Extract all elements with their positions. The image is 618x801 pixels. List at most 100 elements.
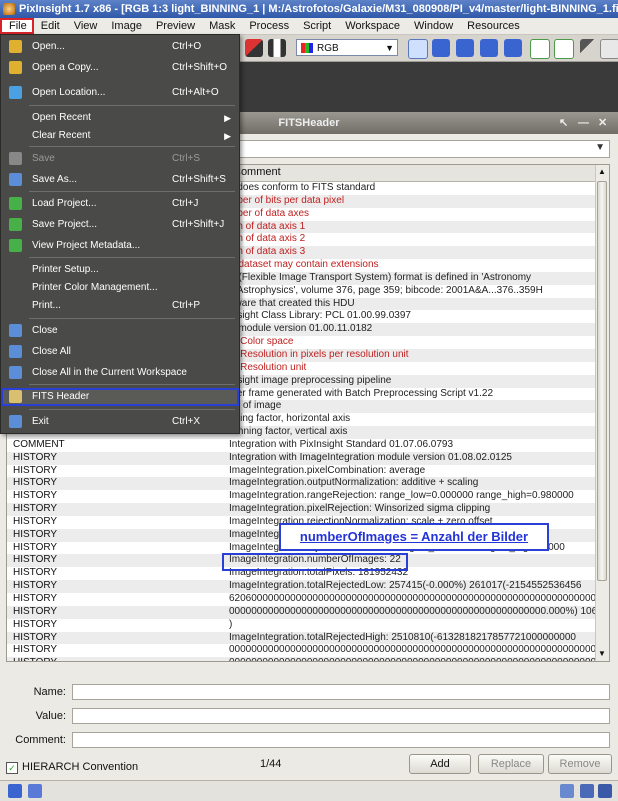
table-row[interactable]: HISTORY 000000000000000000000000000000000… (7, 657, 609, 661)
contrast-icon[interactable] (268, 39, 286, 57)
table-row[interactable]: HISTORY ImageIntegration.pixelRejection: … (7, 503, 597, 516)
table-row[interactable]: COMMENT Integration with PixInsight Stand… (7, 439, 597, 452)
comment-label: Comment: (15, 734, 66, 746)
file-menu-item-open-location[interactable]: Open Location... Ctrl+Alt+O (1, 84, 239, 102)
scroll-up-icon[interactable]: ▲ (598, 167, 606, 176)
new-preview-icon[interactable] (554, 39, 574, 59)
table-row[interactable]: HISTORY ImageIntegration.totalRejectedLow… (7, 580, 597, 593)
table-row[interactable]: HISTORY ImageIntegration.rangeRejection: … (7, 490, 597, 503)
file-menu-item-exit[interactable]: Exit Ctrl+X (1, 413, 239, 431)
keyword-cell: HISTORY (13, 593, 58, 604)
file-menu-item-save-project[interactable]: Save Project... Ctrl+Shift+J (1, 216, 239, 234)
menu-item-label: Save As... (32, 174, 78, 185)
replace-button[interactable]: Replace (478, 754, 544, 774)
scrollbar-thumb[interactable] (597, 181, 607, 581)
file-menu-item-save-as[interactable]: Save As... Ctrl+Shift+S (1, 171, 239, 189)
menu-mask[interactable]: Mask (202, 18, 242, 34)
name-input[interactable] (72, 684, 610, 700)
file-menu-item-load-project[interactable]: Load Project... Ctrl+J (1, 195, 239, 213)
remove-button[interactable]: Remove (548, 754, 612, 774)
table-row[interactable]: HISTORY ImageIntegration.pixelCombination… (7, 465, 597, 478)
comment-cell: 0000000000000000000000000000000000000000… (229, 605, 609, 617)
file-menu-item-open-recent[interactable]: Open Recent ▶ (1, 109, 239, 127)
menu-separator (29, 409, 235, 410)
table-row[interactable]: HISTORY ImageIntegration.outputNormalizat… (7, 477, 597, 491)
keyword-count: 1/44 (260, 758, 282, 770)
scroll-down-icon[interactable]: ▼ (598, 649, 606, 658)
table-row[interactable]: HISTORY ImageIntegration.totalRejectedHig… (7, 631, 597, 645)
zoom-in-icon[interactable] (456, 39, 474, 57)
file-menu-item-printer-setup[interactable]: Printer Setup... (1, 261, 239, 279)
metadata-icon (9, 239, 22, 252)
pin-icon[interactable]: ↖ (559, 112, 568, 134)
comment-cell: 6206000000000000000000000000000000000000… (229, 593, 610, 604)
value-input[interactable] (72, 708, 610, 724)
menu-process[interactable]: Process (242, 18, 296, 34)
file-menu-item-view-project-metadata[interactable]: View Project Metadata... (1, 237, 239, 255)
add-button[interactable]: Add (409, 754, 471, 774)
comment-input[interactable] (72, 732, 610, 748)
name-label: Name: (33, 686, 66, 698)
hierarch-checkbox[interactable]: ✓ (6, 762, 18, 774)
menu-resources[interactable]: Resources (460, 18, 527, 34)
comment-cell: gth of data axis 2 (229, 233, 306, 245)
pointer-icon[interactable] (580, 39, 598, 57)
menu-item-label: Close All in the Current Workspace (32, 367, 187, 378)
comment-cell: nning factor, horizontal axis (229, 413, 351, 425)
menu-separator (29, 318, 235, 319)
file-menu-item-close-all[interactable]: Close All (1, 343, 239, 361)
keyword-cell: HISTORY (13, 567, 58, 579)
color-bars-icon[interactable] (245, 39, 263, 57)
file-menu-item-print[interactable]: Print... Ctrl+P (1, 297, 239, 315)
pan-icon[interactable] (600, 39, 618, 59)
preview-icon[interactable] (530, 39, 550, 59)
vertical-scrollbar[interactable]: ▲ ▼ (595, 165, 609, 661)
file-menu-item-close-all-in-the-current-workspace[interactable]: Close All in the Current Workspace (1, 364, 239, 382)
new-instance-icon[interactable] (8, 784, 22, 798)
channel-select[interactable]: RGB ▼ (296, 39, 398, 56)
menu-file[interactable]: File (0, 18, 34, 34)
keyword-cell: HISTORY (13, 490, 58, 502)
menu-workspace[interactable]: Workspace (338, 18, 407, 34)
menu-script[interactable]: Script (296, 18, 338, 34)
comment-cell: S dataset may contain extensions (229, 259, 379, 271)
menu-preview[interactable]: Preview (149, 18, 202, 34)
menu-window[interactable]: Window (407, 18, 460, 34)
table-row[interactable]: HISTORY 620600000000000000000000000000000… (7, 593, 609, 606)
file-menu-item-open-a-copy[interactable]: Open a Copy... Ctrl+Shift+O (1, 59, 239, 77)
file-menu-item-printer-color-management[interactable]: Printer Color Management... (1, 279, 239, 297)
table-row[interactable]: HISTORY Integration with ImageIntegration… (7, 451, 597, 465)
check-icon[interactable] (580, 784, 594, 798)
menu-bar: File Edit View Image Preview Mask Process Scrip… (0, 18, 618, 35)
comment-cell: gth of data axis 1 (229, 220, 306, 232)
apply-icon[interactable] (598, 784, 612, 798)
table-row[interactable]: HISTORY) (7, 619, 597, 632)
file-menu-item-save[interactable]: Save Ctrl+S (1, 150, 239, 168)
file-menu-item-open[interactable]: Open... Ctrl+O (1, 38, 239, 56)
crosshair-icon[interactable] (408, 39, 428, 59)
zoom-fit-icon[interactable] (432, 39, 450, 57)
table-row[interactable]: HISTORY 000000000000000000000000000000000… (7, 605, 609, 619)
column-header-comment[interactable]: Comment (233, 166, 281, 178)
menu-image[interactable]: Image (104, 18, 149, 34)
file-menu-item-close[interactable]: Close (1, 322, 239, 340)
menu-edit[interactable]: Edit (34, 18, 67, 34)
hierarch-checkbox-row[interactable]: ✓ HIERARCH Convention (6, 761, 138, 774)
file-menu-item-clear-recent[interactable]: Clear Recent ▶ (1, 127, 239, 145)
menu-item-label: Printer Setup... (32, 264, 99, 275)
square-icon[interactable] (28, 784, 42, 798)
file-menu-item-fits-header[interactable]: FITS Header (1, 388, 239, 406)
menu-item-shortcut: Ctrl+Shift+J (172, 219, 225, 230)
table-row[interactable]: HISTORY 000000000000000000000000000000000… (7, 644, 609, 657)
expand-icon[interactable] (560, 784, 574, 798)
keyword-cell: HISTORY (13, 644, 58, 656)
comment-cell: ImageIntegration.totalRejectedLow: 25741… (229, 580, 582, 592)
zoom-1-1-icon[interactable] (504, 39, 522, 57)
zoom-out-icon[interactable] (480, 39, 498, 57)
comment-cell: 0000000000000000000000000000000000000000… (229, 657, 609, 661)
submenu-arrow-icon: ▶ (224, 113, 231, 123)
close-icon[interactable]: ✕ (598, 112, 607, 134)
menu-item-label: Close All (32, 346, 71, 357)
shade-icon[interactable]: — (578, 112, 589, 134)
menu-view[interactable]: View (67, 18, 105, 34)
